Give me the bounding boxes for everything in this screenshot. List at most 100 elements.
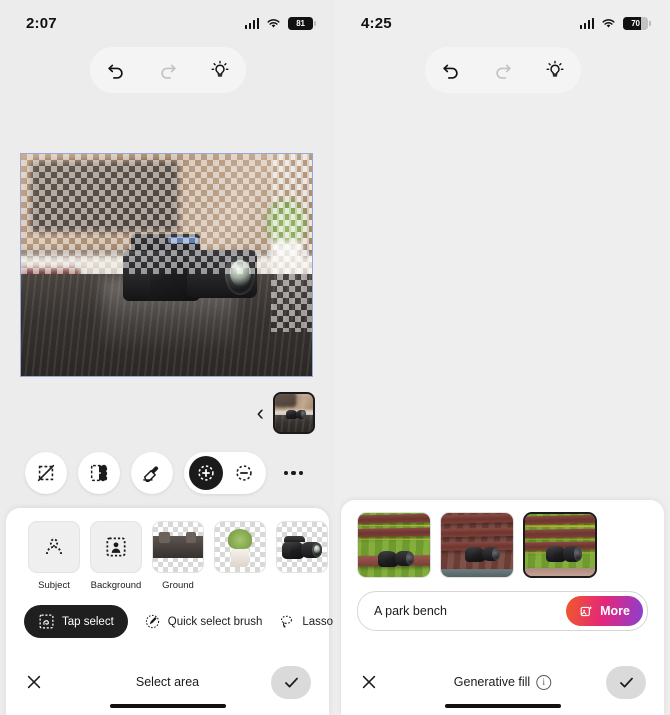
mode-lasso[interactable]: Lasso [278,613,333,630]
quick-selection-thumbnails: Subject Background Ground [6,508,329,591]
mode-tap-select[interactable]: Tap select [24,605,128,638]
confirm-button[interactable] [606,665,646,699]
add-subtract-selection-pill [183,452,266,494]
subtract-from-selection-button[interactable] [227,456,261,490]
camera-thumb-box [276,521,328,573]
cellular-signal-icon [244,17,259,29]
transparency-checkerboard-right [271,154,312,332]
redo-icon [495,64,511,79]
mode-label: Lasso [302,615,334,628]
status-bar: 4:25 70 [335,0,670,46]
dual-screenshot: 2:07 81 ‹ Subject Background Ground Tap … [0,0,670,715]
mode-label: Quick select brush [167,615,263,628]
prompt-row: A park bench More [341,578,664,631]
transparency-checkerboard [21,154,312,274]
confirm-button[interactable] [271,665,311,699]
status-indicators: 81 [244,16,316,30]
close-icon [362,675,376,689]
right-phone-screen: 4:25 70 A park bench More Generative fil… [335,0,670,715]
subject-thumb-box [28,521,80,573]
sheet-title: Select area [135,675,200,689]
redo-button[interactable] [151,53,185,87]
status-bar: 2:07 81 [0,0,335,46]
variation-thumbnail-2[interactable] [440,512,514,578]
info-icon[interactable]: i [536,674,552,690]
crossed-dashed-square-icon [37,464,54,482]
battery-icon: 81 [288,16,316,30]
add-to-selection-button[interactable] [188,456,223,490]
cellular-signal-icon [579,17,594,29]
generate-image-icon [580,605,593,616]
dashed-circle-minus-icon [235,465,252,481]
hint-button[interactable] [203,53,237,87]
variation-thumbnail-3[interactable] [523,512,597,578]
redo-button[interactable] [486,53,520,87]
variation-thumbnail-1[interactable] [357,512,431,578]
status-time: 4:25 [361,14,392,32]
status-indicators: 70 [579,16,651,30]
prompt-input[interactable]: A park bench More [357,591,648,631]
home-indicator [109,703,226,708]
quick-selection-label: Ground [162,580,194,591]
generative-fill-sheet: A park bench More Generative fill i [341,500,664,715]
quick-selection-ground[interactable]: Ground [152,521,204,591]
quick-selection-background[interactable]: Background [90,521,142,591]
left-phone-screen: 2:07 81 ‹ Subject Background Ground Tap … [0,0,335,715]
close-icon [27,675,41,689]
top-toolbar [89,47,246,93]
battery-level: 70 [631,18,640,28]
prompt-value: A park bench [374,604,447,618]
eraser-icon [142,466,158,482]
checkmark-icon [619,677,633,687]
lightbulb-icon [210,60,229,77]
mode-quick-select-brush[interactable]: Quick select brush [144,613,263,630]
dashed-circle-plus-icon [197,465,214,481]
status-time: 2:07 [26,14,57,32]
image-canvas[interactable] [20,153,313,377]
eraser-tool-button[interactable] [130,452,173,494]
ground-thumb-box [152,521,204,573]
quick-selection-camera[interactable] [276,521,328,591]
wifi-icon [601,18,616,29]
variation-thumbnails [341,500,664,578]
history-preview-row: ‹ [257,392,315,434]
original-thumbnail[interactable] [273,392,315,434]
background-thumb-box [90,521,142,573]
quick-selection-label: Subject [38,580,70,591]
mode-label: Tap select [62,615,114,628]
undo-icon [442,64,458,79]
sheet-title: Generative fill i [454,674,552,690]
quick-selection-subject[interactable]: Subject [28,521,80,591]
extract-subject-icon [90,464,107,482]
wifi-icon [266,18,281,29]
edited-image [21,154,312,376]
lasso-icon [281,615,293,628]
battery-icon: 70 [623,16,651,30]
home-indicator [444,703,561,708]
subject-person-icon [46,538,62,555]
top-toolbar [424,47,581,93]
background-person-icon [106,537,126,557]
chevron-left-icon[interactable]: ‹ [257,402,264,424]
lightbulb-icon [545,60,564,77]
selection-tools-row [0,452,335,494]
hint-button[interactable] [538,53,572,87]
close-button[interactable] [24,672,44,692]
plant-thumb-box [214,521,266,573]
remove-background-tool-button[interactable] [77,452,120,494]
brush-icon [145,614,159,629]
undo-button[interactable] [99,53,133,87]
deselect-tool-button[interactable] [24,452,67,494]
more-button[interactable]: More [566,596,643,626]
tap-select-icon [39,614,54,629]
close-button[interactable] [359,672,379,692]
more-tools-button[interactable] [277,456,311,490]
select-area-sheet: Subject Background Ground Tap select Qui… [6,508,333,715]
more-button-label: More [600,604,630,618]
undo-icon [107,64,123,79]
quick-selection-plant[interactable] [214,521,266,591]
selection-modes-row: Tap select Quick select brush Lasso [6,591,333,638]
undo-button[interactable] [434,53,468,87]
battery-level: 81 [296,18,305,28]
redo-icon [160,64,176,79]
